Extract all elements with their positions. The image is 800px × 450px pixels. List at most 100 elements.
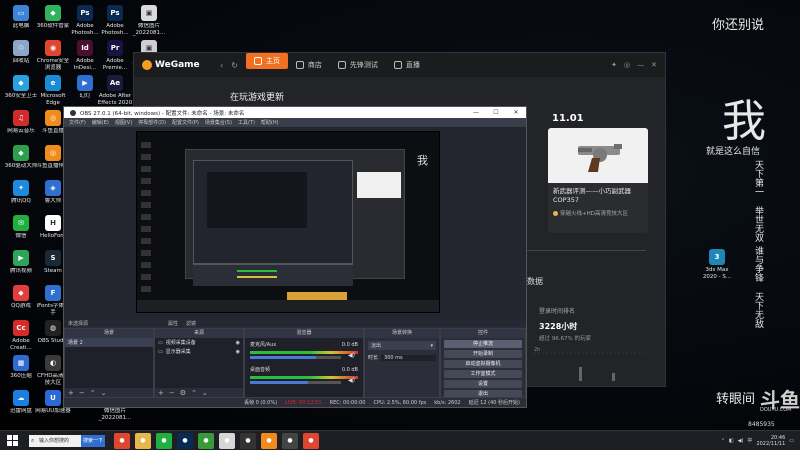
- minimize-icon[interactable]: —: [466, 109, 486, 116]
- volume-slider[interactable]: ◀): [250, 377, 355, 384]
- add-icon[interactable]: +: [158, 389, 164, 397]
- media-icon[interactable]: ●: [219, 432, 235, 449]
- app-icon: ▶: [13, 250, 29, 266]
- obs-menu-item[interactable]: 帮助(H): [261, 119, 279, 126]
- news-card[interactable]: 新武器评测——小巧副武器COP357 穿越火线+HD高清竞技大区: [548, 128, 648, 233]
- volume-icon[interactable]: ◀): [738, 438, 744, 444]
- app-icon: e: [45, 75, 61, 91]
- controller-icon[interactable]: ◎: [624, 61, 630, 69]
- clock[interactable]: 20:46 2022/11/11: [756, 435, 785, 447]
- wegame-section-heading: 在玩游戏更新: [230, 93, 285, 103]
- gift-icon[interactable]: ✦: [611, 61, 617, 69]
- taskbar-search-input[interactable]: ⌕ 输入你想搜的: [29, 434, 81, 447]
- obs-tab[interactable]: 滤镜: [186, 320, 196, 327]
- obs-menu-item[interactable]: 工具(T): [238, 119, 255, 126]
- taskbar: ⌕ 输入你想搜的 搜索一下 ● ● ● ● ● ● ● ● ● ● ⌃ ◧ ◀) 中 20:46 2…: [0, 430, 800, 450]
- game-icon[interactable]: ●: [282, 432, 298, 449]
- maximize-icon[interactable]: ☐: [486, 109, 506, 116]
- obs-menu-item[interactable]: 视图(V): [115, 119, 132, 126]
- app-icon: Ps: [77, 5, 93, 21]
- obs-control-button[interactable]: 设置: [444, 380, 522, 388]
- down-icon[interactable]: ⌄: [202, 389, 208, 397]
- chrome-icon[interactable]: ●: [114, 432, 130, 449]
- wegame-nav-先锋测试[interactable]: 先锋测试: [330, 53, 386, 77]
- duration-input[interactable]: 300 ms: [381, 354, 436, 361]
- wechat-icon[interactable]: ●: [156, 432, 172, 449]
- obs-menu-item[interactable]: 停靠部件(D): [138, 119, 166, 126]
- desktop-icon[interactable]: ☁ 迅雷网盘: [4, 387, 38, 431]
- obs-menu-item[interactable]: 配置文件(P): [172, 119, 199, 126]
- obs-control-button[interactable]: 开始录制: [444, 350, 522, 358]
- obs-menu-item[interactable]: 文件(F): [69, 119, 86, 126]
- nav-label: 先锋测试: [349, 61, 378, 69]
- speaker-icon[interactable]: ◀): [348, 377, 355, 384]
- remove-icon[interactable]: −: [79, 389, 85, 397]
- obs-control-button[interactable]: 工作室模式: [444, 370, 522, 378]
- close-icon[interactable]: ✕: [651, 61, 657, 69]
- transition-type[interactable]: 淡出 ▾: [368, 341, 436, 350]
- up-icon[interactable]: ⌃: [191, 389, 197, 397]
- obs-tab[interactable]: 属性: [168, 320, 178, 327]
- folder-icon[interactable]: ●: [135, 432, 151, 449]
- track-name: 桌面音频: [250, 367, 271, 373]
- browser-icon[interactable]: ●: [303, 432, 319, 449]
- up-icon[interactable]: ⌃: [90, 389, 96, 397]
- rec-time: REC: 00:00:00: [329, 399, 366, 406]
- source-item[interactable]: ▭ 视频采集设备 ◉: [155, 338, 243, 347]
- start-button[interactable]: [3, 432, 21, 450]
- obs-preview-tabs: 未选择源 属性 滤镜: [64, 319, 526, 327]
- obs-control-button[interactable]: 启动虚拟摄像机: [444, 360, 522, 368]
- remove-icon[interactable]: −: [169, 389, 175, 397]
- down-icon[interactable]: ⌄: [101, 389, 107, 397]
- ime-icon[interactable]: 中: [747, 437, 752, 444]
- wegame-nav-主页[interactable]: 主页: [245, 53, 288, 69]
- speaker-icon[interactable]: ◀): [348, 352, 355, 359]
- photoshop-icon[interactable]: ●: [177, 432, 193, 449]
- add-icon[interactable]: +: [68, 389, 74, 397]
- wegame-icon[interactable]: ●: [261, 432, 277, 449]
- news-title[interactable]: 新武器评测——小巧副武器COP357: [548, 183, 648, 209]
- obs-menu-item[interactable]: 场景集合(S): [205, 119, 232, 126]
- desktop-icon-label: Adobe Photosh...: [101, 23, 129, 36]
- rank-percent: 超过 96.67% 的玩家: [539, 336, 591, 342]
- desktop-icon-label: 回收站: [12, 58, 30, 64]
- desktop-icon-label: QQ游戏: [11, 303, 31, 309]
- eye-icon[interactable]: ◉: [236, 340, 240, 346]
- app-icon: ◉: [45, 40, 61, 56]
- obs-menu-item[interactable]: 编辑(E): [92, 119, 109, 126]
- eye-icon[interactable]: ◉: [236, 349, 240, 355]
- back-icon[interactable]: ‹: [220, 61, 223, 70]
- desktop-icon[interactable]: 3 3ds Max 2020 - S...: [700, 246, 734, 290]
- settings-icon[interactable]: ⚙: [180, 389, 186, 397]
- news-date: 11.01: [552, 113, 584, 124]
- close-icon[interactable]: ✕: [506, 109, 526, 116]
- refresh-icon[interactable]: ↻: [231, 61, 238, 70]
- home-icon: [253, 57, 262, 65]
- obs-icon[interactable]: ●: [240, 432, 256, 449]
- notification-icon[interactable]: ▭: [789, 438, 794, 444]
- volume-slider[interactable]: ◀): [250, 352, 355, 359]
- desktop-icon-label: Adobe After Effects 2020: [97, 93, 133, 106]
- app-icon: ✦: [13, 180, 29, 196]
- live-time: LIVE: 00:12:51: [285, 399, 322, 406]
- obs-control-button[interactable]: 停止推流: [444, 340, 522, 348]
- wallpaper-text-big: 我: [722, 96, 766, 147]
- controls-title: 控件: [441, 329, 525, 338]
- transitions-title: 场景转换: [365, 329, 439, 338]
- chevron-up-icon[interactable]: ⌃: [721, 438, 725, 444]
- taskbar-search-button[interactable]: 搜索一下: [81, 434, 105, 447]
- network-icon[interactable]: ◧: [729, 438, 734, 444]
- scene-item[interactable]: 场景 2: [65, 338, 153, 347]
- app-icon[interactable]: ●: [198, 432, 214, 449]
- desktop-icon-label: 3ds Max 2020 - S...: [702, 267, 732, 280]
- obs-titlebar: OBS 27.0.1 (64-bit, windows) - 配置文件: 未命名…: [64, 107, 526, 118]
- minimize-icon[interactable]: —: [637, 61, 644, 69]
- app-icon: ◍: [45, 320, 61, 336]
- obs-window[interactable]: OBS 27.0.1 (64-bit, windows) - 配置文件: 未命名…: [63, 106, 527, 408]
- rank-label: 登录时间排名: [539, 308, 576, 315]
- desktop-icon-label: 迅雷网盘: [9, 408, 32, 414]
- wegame-nav-直播[interactable]: 直播: [386, 53, 428, 77]
- wegame-nav-商店[interactable]: 商店: [288, 53, 330, 77]
- obs-preview[interactable]: 我: [64, 127, 526, 319]
- source-item[interactable]: ▭ 显示器采集 ◉: [155, 347, 243, 356]
